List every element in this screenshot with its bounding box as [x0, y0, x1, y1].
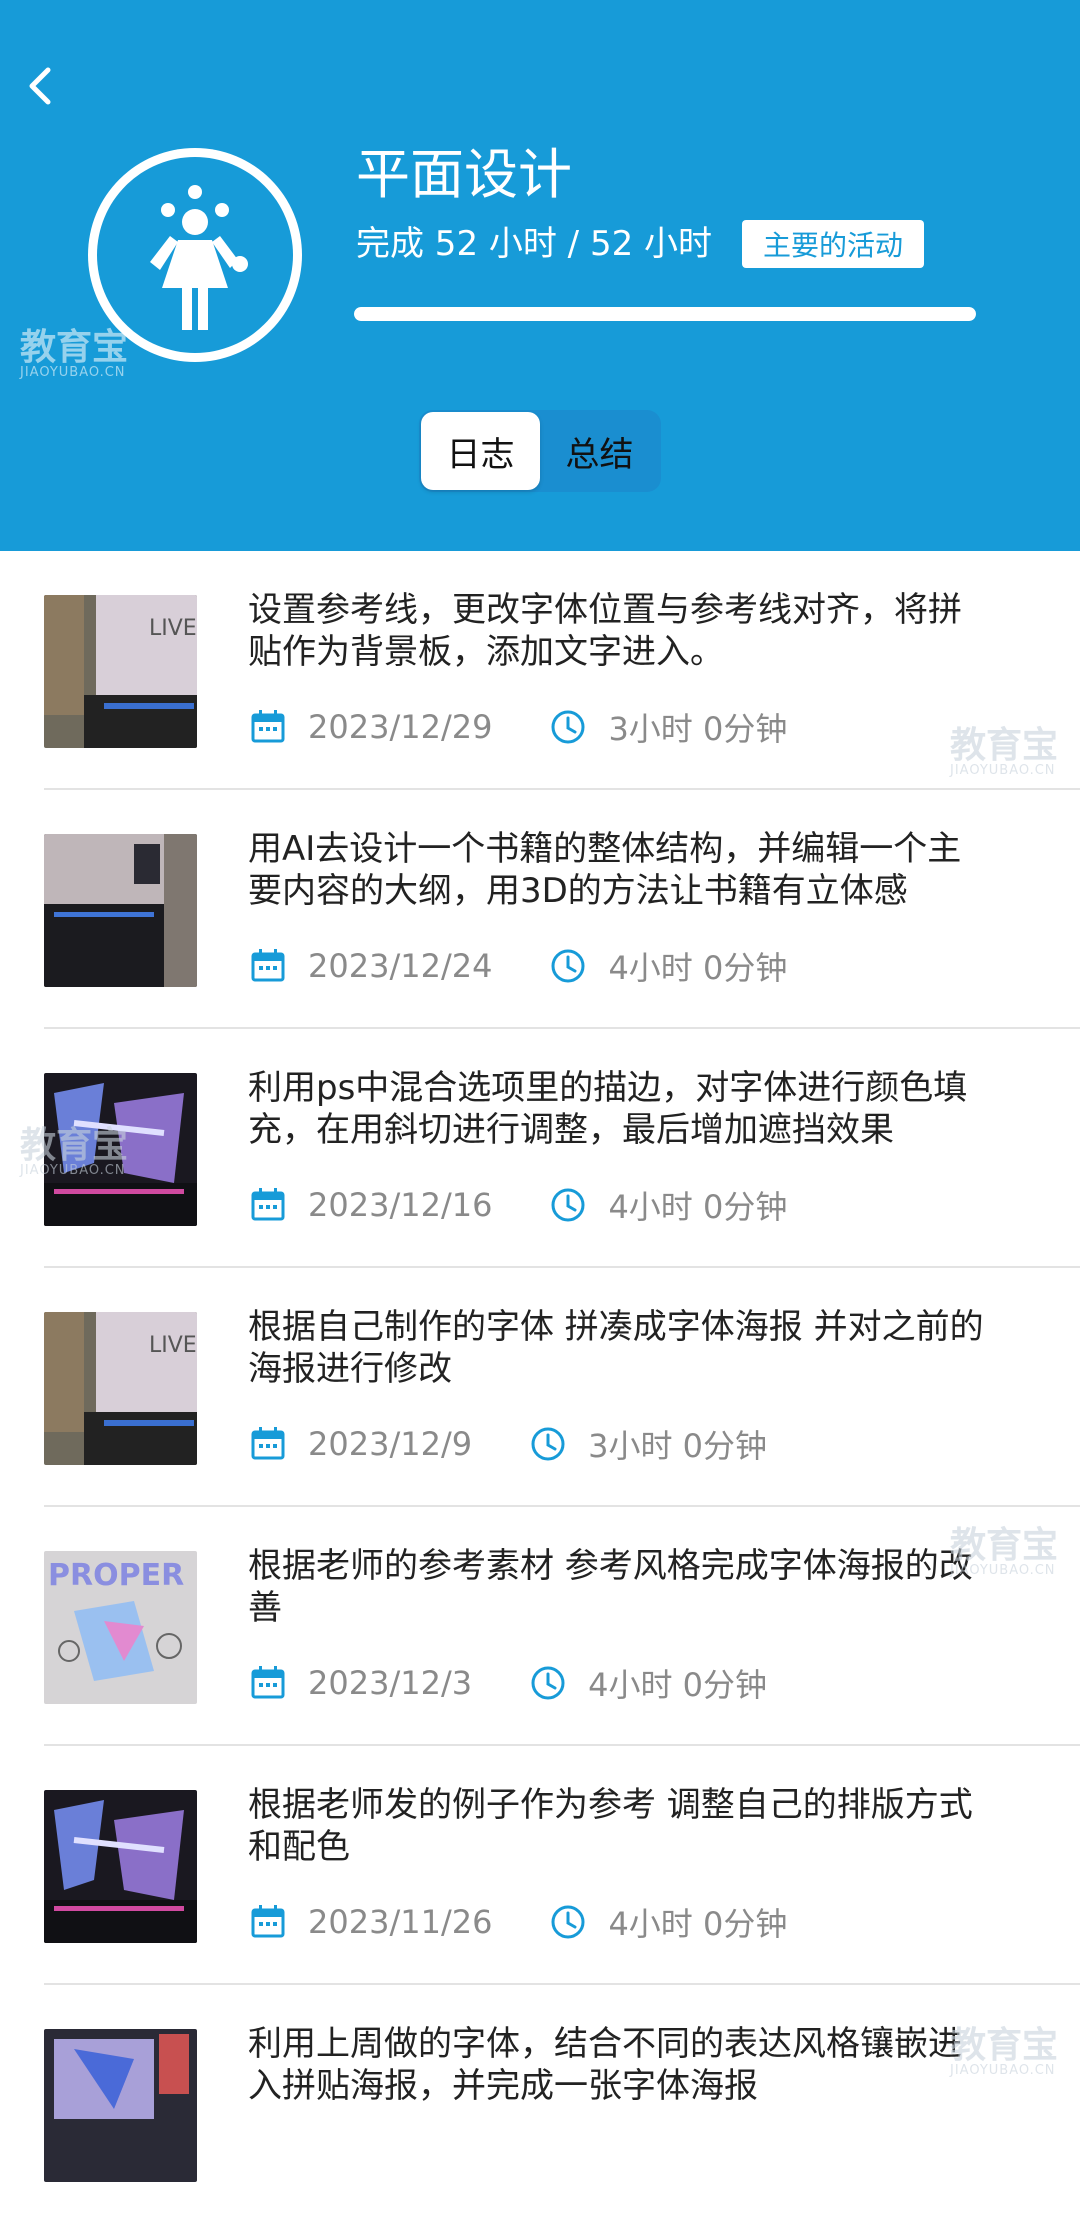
list-item[interactable]: 用AI去设计一个书籍的整体结构，并编辑一个主要内容的大纲，用3D的方法让书籍有立… — [0, 790, 1080, 1029]
list-item[interactable]: 利用ps中混合选项里的描边，对字体进行颜色填充，在用斜切进行调整，最后增加遮挡效… — [0, 1029, 1080, 1268]
entry-date: 2023/12/29 — [308, 708, 493, 746]
entry-meta: 2023/12/16 4小时 0分钟 — [248, 1181, 787, 1229]
entry-date: 2023/11/26 — [308, 1903, 493, 1941]
juggler-icon — [150, 185, 248, 330]
list-item[interactable]: PROPER 根据老师的参考素材 参考风格完成字体海报的改善 2023/12/3… — [0, 1507, 1080, 1746]
entry-meta: 2023/12/24 4小时 0分钟 — [248, 942, 787, 990]
list-item[interactable]: LIVE 根据自己制作的字体 拼凑成字体海报 并对之前的海报进行修改 2023/… — [0, 1268, 1080, 1507]
calendar-icon — [251, 1666, 285, 1699]
entry-text: 用AI去设计一个书籍的整体结构，并编辑一个主要内容的大纲，用3D的方法让书籍有立… — [248, 829, 962, 911]
calendar-icon — [251, 1905, 285, 1938]
entry-duration: 4小时 0分钟 — [588, 1666, 767, 1704]
progress-bar — [354, 307, 976, 321]
svg-text:LIVE: LIVE — [149, 1333, 197, 1358]
entry-text: 设置参考线，更改字体位置与参考线对齐，将拼贴作为背景板，添加文字进入。 — [248, 590, 962, 672]
entry-meta: 2023/12/29 3小时 0分钟 — [248, 703, 787, 751]
list-item[interactable]: 根据老师发的例子作为参考 调整自己的排版方式和配色 2023/11/26 4小时… — [0, 1746, 1080, 1985]
svg-text:PROPER: PROPER — [48, 1558, 184, 1593]
entry-duration: 3小时 0分钟 — [588, 1427, 767, 1465]
entry-duration: 4小时 0分钟 — [608, 1905, 788, 1943]
entry-duration: 4小时 0分钟 — [608, 1188, 788, 1226]
thumbnail-image — [44, 2029, 197, 2182]
back-button[interactable] — [18, 62, 62, 110]
thumbnail-image: LIVE — [44, 595, 197, 748]
watermark: 教育宝 JIAOYUBAO.CN — [20, 327, 129, 380]
chevron-left-icon — [29, 67, 51, 105]
entry-date: 2023/12/16 — [308, 1186, 493, 1224]
thumbnail-image — [44, 834, 197, 987]
thumbnail-image — [44, 1073, 197, 1226]
thumbnail-image — [44, 1790, 197, 1943]
progress-text: 完成 52 小时 / 52 小时 — [356, 224, 713, 264]
list-item[interactable]: LIVE 设置参考线，更改字体位置与参考线对齐，将拼贴作为背景板，添加文字进入。… — [0, 551, 1080, 790]
clock-icon — [551, 1188, 585, 1222]
entry-date: 2023/12/9 — [308, 1425, 473, 1463]
header: 教育宝 JIAOYUBAO.CN 平面设计 完成 52 小时 / 52 小时 主要… — [0, 0, 1080, 551]
entry-meta: 2023/12/3 4小时 0分钟 — [248, 1659, 767, 1707]
segmented-tabs: 日志 总结 — [419, 410, 661, 492]
svg-text:LIVE: LIVE — [149, 616, 197, 641]
entry-text: 利用ps中混合选项里的描边，对字体进行颜色填充，在用斜切进行调整，最后增加遮挡效… — [248, 1068, 968, 1150]
calendar-icon — [251, 710, 285, 743]
calendar-icon — [251, 949, 285, 982]
entry-duration: 4小时 0分钟 — [608, 949, 788, 987]
page-title: 平面设计 — [356, 143, 572, 206]
thumbnail-image: PROPER — [44, 1551, 197, 1704]
calendar-icon — [251, 1427, 285, 1460]
tab-log[interactable]: 日志 — [421, 412, 540, 490]
clock-icon — [551, 1905, 585, 1939]
entry-date: 2023/12/24 — [308, 947, 493, 985]
entry-text: 根据老师发的例子作为参考 调整自己的排版方式和配色 — [248, 1785, 973, 1867]
log-list: LIVE 设置参考线，更改字体位置与参考线对齐，将拼贴作为背景板，添加文字进入。… — [0, 551, 1080, 2224]
entry-meta: 2023/12/9 3小时 0分钟 — [248, 1420, 767, 1468]
entry-date: 2023/12/3 — [308, 1664, 473, 1702]
clock-icon — [551, 710, 585, 744]
entry-text: 根据老师的参考素材 参考风格完成字体海报的改善 — [248, 1546, 973, 1628]
thumbnail-image: LIVE — [44, 1312, 197, 1465]
entry-text: 利用上周做的字体，结合不同的表达风格镶嵌进入拼贴海报，并完成一张字体海报 — [248, 2024, 962, 2106]
avatar — [88, 148, 302, 362]
entry-meta: 2023/11/26 4小时 0分钟 — [248, 1898, 787, 1946]
entry-text: 根据自己制作的字体 拼凑成字体海报 并对之前的海报进行修改 — [248, 1307, 984, 1389]
clock-icon — [531, 1427, 565, 1461]
list-item[interactable]: 利用上周做的字体，结合不同的表达风格镶嵌进入拼贴海报，并完成一张字体海报 — [0, 1985, 1080, 2224]
entry-duration: 3小时 0分钟 — [608, 710, 788, 748]
status-badge: 主要的活动 — [742, 220, 924, 268]
progress-fill — [354, 307, 976, 321]
clock-icon — [551, 949, 585, 983]
clock-icon — [531, 1666, 565, 1700]
tab-summary[interactable]: 总结 — [540, 412, 659, 490]
calendar-icon — [251, 1188, 285, 1221]
